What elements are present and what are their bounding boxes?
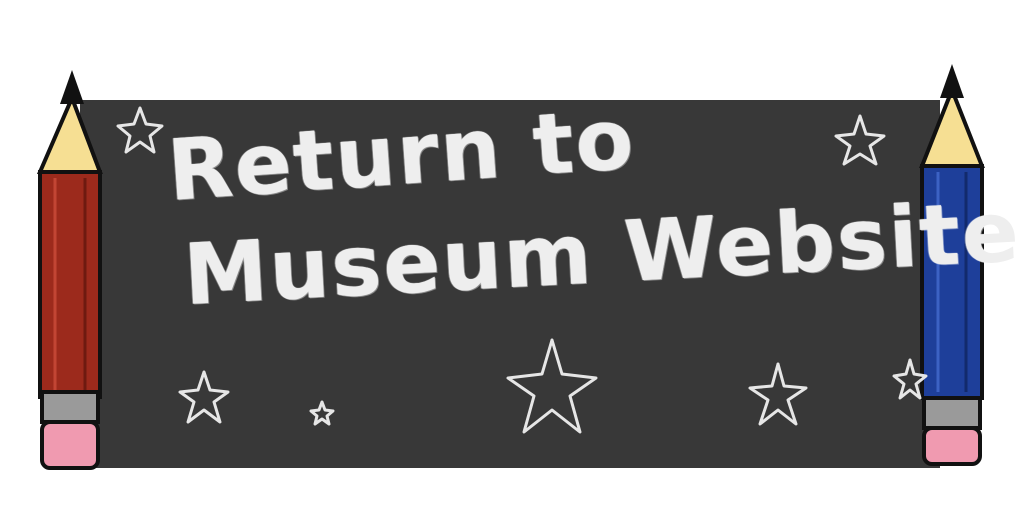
- return-to-museum-website-button[interactable]: Return to Museum Website: [0, 0, 1024, 512]
